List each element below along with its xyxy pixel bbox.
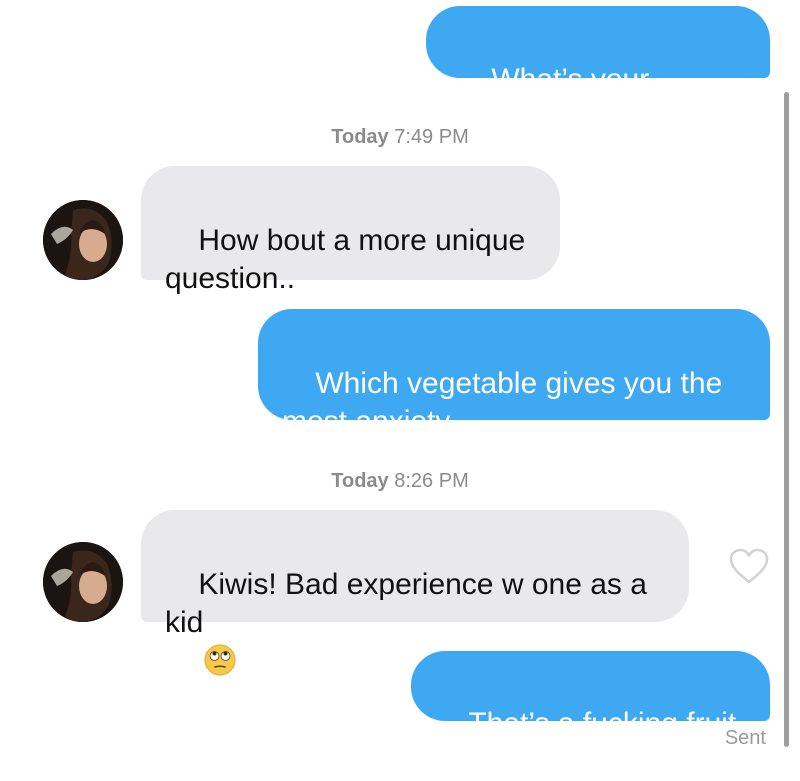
message-text: Which vegetable gives you the most anxie…	[282, 367, 723, 438]
avatar[interactable]	[43, 200, 123, 280]
avatar-photo	[43, 200, 123, 280]
avatar-photo	[43, 542, 123, 622]
timestamp: Today 8:26 PM	[0, 470, 800, 493]
timestamp-day: Today	[331, 126, 389, 148]
timestamp: Today 7:49 PM	[0, 126, 800, 149]
timestamp-time: 8:26 PM	[394, 470, 469, 492]
scrollbar[interactable]	[784, 92, 789, 747]
outgoing-message-bubble[interactable]: Which vegetable gives you the most anxie…	[258, 309, 770, 438]
eye-roll-emoji-icon	[204, 644, 236, 676]
message-text: How bout a more unique question..	[165, 224, 526, 295]
outgoing-message-bubble[interactable]: What’s your major?	[426, 6, 770, 134]
message-text: That’s a fucking fruit	[468, 707, 737, 740]
delivery-status: Sent	[724, 727, 766, 749]
incoming-message-bubble[interactable]: Kiwis! Bad experience w one as a kid	[141, 510, 689, 676]
timestamp-time: 7:49 PM	[394, 126, 469, 148]
message-text: What’s your major?	[458, 63, 658, 134]
heart-outline-icon[interactable]	[728, 547, 770, 585]
message-text: Kiwis! Bad experience w one as a kid	[165, 568, 647, 639]
outgoing-message-bubble[interactable]: That’s a fucking fruit	[411, 651, 770, 740]
incoming-message-bubble[interactable]: How bout a more unique question..	[141, 166, 560, 295]
message-thread[interactable]: What’s your major? Today 7:49 PM How bou…	[0, 0, 800, 763]
timestamp-day: Today	[331, 470, 389, 492]
avatar[interactable]	[43, 542, 123, 622]
